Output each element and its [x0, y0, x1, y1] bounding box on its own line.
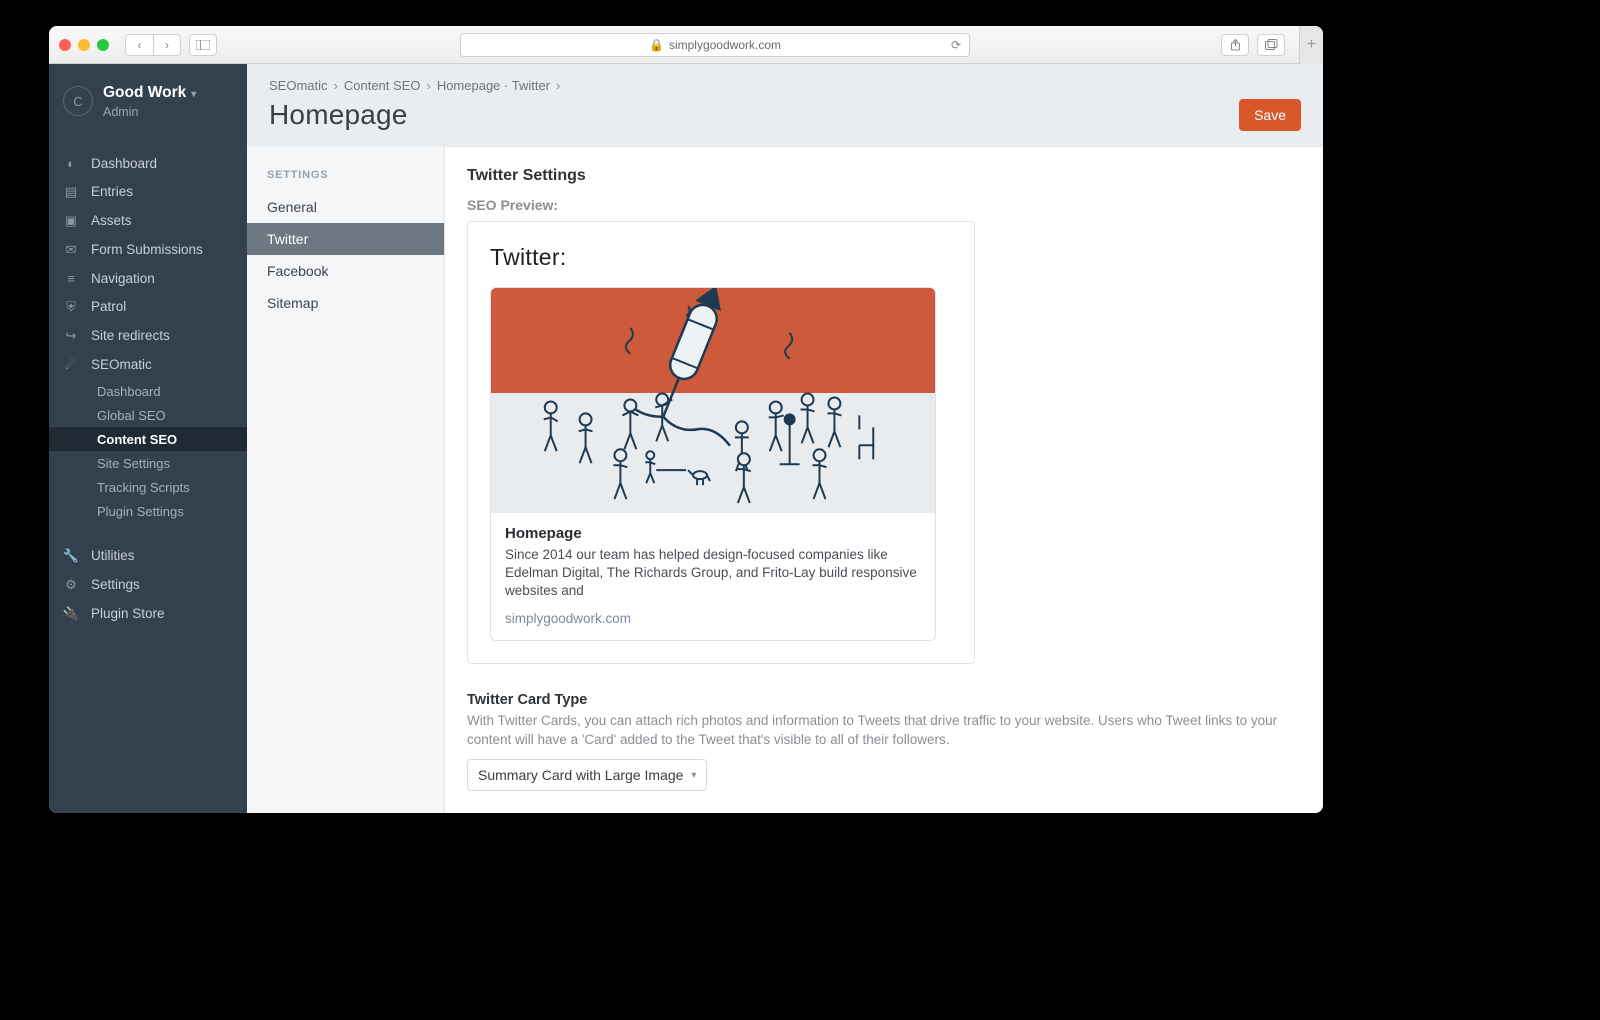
settings-tab-facebook[interactable]: Facebook [247, 255, 444, 287]
subnav-content-seo[interactable]: Content SEO [49, 427, 247, 451]
nav-dashboard[interactable]: ◐Dashboard [49, 149, 247, 177]
subnav-tracking-scripts[interactable]: Tracking Scripts [49, 475, 247, 499]
browser-window: ‹ › 🔒 simplygoodwork.com ⟳ + C [49, 26, 1323, 813]
content-row: SETTINGS General Twitter Facebook Sitema… [247, 147, 1323, 813]
image-icon: ▣ [63, 213, 79, 229]
chevron-down-icon: ▾ [191, 89, 196, 100]
subnav-site-settings[interactable]: Site Settings [49, 451, 247, 475]
card-illustration [491, 288, 935, 512]
settings-sidebar-header: SETTINGS [247, 163, 444, 191]
address-bar[interactable]: 🔒 simplygoodwork.com ⟳ [460, 33, 970, 57]
redirect-icon: ↪ [63, 328, 79, 344]
settings-tab-sitemap[interactable]: Sitemap [247, 287, 444, 319]
nav-seomatic[interactable]: ☄SEOmatic [49, 350, 247, 379]
shield-icon: ⛨ [63, 299, 79, 315]
nav-patrol[interactable]: ⛨Patrol [49, 292, 247, 321]
primary-nav: ◐Dashboard ▤Entries ▣Assets ✉Form Submis… [49, 149, 247, 628]
tag-icon: ☄ [63, 357, 79, 373]
nav-assets[interactable]: ▣Assets [49, 206, 247, 235]
crumb-content-seo[interactable]: Content SEO [344, 78, 421, 93]
crumb-seomatic[interactable]: SEOmatic [269, 78, 328, 93]
settings-panel: Twitter Settings SEO Preview: Twitter: [445, 147, 1323, 813]
sidebar-toggle-button[interactable] [189, 34, 217, 56]
reload-icon[interactable]: ⟳ [951, 38, 961, 52]
twitter-card-preview: Homepage Since 2014 our team has helped … [490, 287, 936, 641]
maximize-window-button[interactable] [97, 39, 109, 51]
forward-button[interactable]: › [153, 34, 181, 56]
page-title: Homepage [269, 99, 560, 131]
settings-tab-twitter[interactable]: Twitter [247, 223, 444, 255]
back-button[interactable]: ‹ [125, 34, 153, 56]
nav-entries[interactable]: ▤Entries [49, 177, 247, 206]
share-button[interactable] [1221, 34, 1249, 56]
select-value: Summary Card with Large Image [478, 767, 683, 783]
card-domain: simplygoodwork.com [505, 611, 921, 626]
card-title: Homepage [505, 525, 921, 542]
browser-chrome: ‹ › 🔒 simplygoodwork.com ⟳ + [49, 26, 1323, 64]
seomatic-subnav: Dashboard Global SEO Content SEO Site Se… [49, 379, 247, 523]
plug-icon: 🔌 [63, 606, 79, 622]
main-sidebar: C Good Work ▾ Admin ◐Dashboard ▤Entries … [49, 64, 247, 813]
field-twitter-card-type: Twitter Card Type With Twitter Cards, yo… [467, 692, 1301, 792]
field-label: Twitter Card Type [467, 692, 1301, 708]
org-switcher[interactable]: C Good Work ▾ Admin [49, 64, 247, 131]
nav-utilities[interactable]: 🔧Utilities [49, 541, 247, 570]
nav-plugin-store[interactable]: 🔌Plugin Store [49, 599, 247, 628]
tabs-button[interactable] [1257, 34, 1285, 56]
wrench-icon: 🔧 [63, 548, 79, 564]
newspaper-icon: ▤ [63, 184, 79, 200]
new-tab-button[interactable]: + [1299, 26, 1323, 64]
page-header: SEOmatic› Content SEO› Homepage · Twitte… [247, 64, 1323, 147]
preview-title: Twitter: [490, 244, 952, 271]
org-role: Admin [103, 105, 196, 119]
org-name: Good Work [103, 84, 186, 102]
nav-settings[interactable]: ⚙Settings [49, 570, 247, 599]
gauge-icon: ◐ [63, 156, 79, 171]
preview-label: SEO Preview: [467, 197, 1301, 213]
nav-navigation[interactable]: ≡Navigation [49, 264, 247, 292]
subnav-dashboard[interactable]: Dashboard [49, 379, 247, 403]
save-button[interactable]: Save [1239, 99, 1301, 131]
nav-site-redirects[interactable]: ↪Site redirects [49, 321, 247, 350]
settings-tab-general[interactable]: General [247, 191, 444, 223]
subnav-global-seo[interactable]: Global SEO [49, 403, 247, 427]
nav-form-submissions[interactable]: ✉Form Submissions [49, 235, 247, 264]
main-column: SEOmatic› Content SEO› Homepage · Twitte… [247, 64, 1323, 813]
gear-icon: ⚙ [63, 577, 79, 593]
subnav-plugin-settings[interactable]: Plugin Settings [49, 499, 247, 523]
field-help: With Twitter Cards, you can attach rich … [467, 712, 1297, 750]
crumb-homepage-twitter[interactable]: Homepage · Twitter [437, 78, 550, 93]
card-description: Since 2014 our team has helped design-fo… [505, 546, 921, 601]
panel-heading: Twitter Settings [467, 167, 1301, 185]
org-badge: C [63, 86, 93, 116]
app-body: C Good Work ▾ Admin ◐Dashboard ▤Entries … [49, 64, 1323, 813]
chevron-down-icon: ▾ [691, 770, 696, 781]
seo-preview-box: Twitter: [467, 221, 975, 664]
breadcrumb: SEOmatic› Content SEO› Homepage · Twitte… [269, 78, 560, 93]
inbox-icon: ✉ [63, 242, 79, 258]
card-image [491, 288, 935, 513]
minimize-window-button[interactable] [78, 39, 90, 51]
address-url: simplygoodwork.com [669, 38, 781, 52]
bars-icon: ≡ [63, 271, 79, 286]
close-window-button[interactable] [59, 39, 71, 51]
settings-sidebar: SETTINGS General Twitter Facebook Sitema… [247, 147, 445, 813]
lock-icon: 🔒 [649, 38, 664, 52]
twitter-card-type-select[interactable]: Summary Card with Large Image ▾ [467, 759, 707, 791]
traffic-lights [59, 39, 109, 51]
